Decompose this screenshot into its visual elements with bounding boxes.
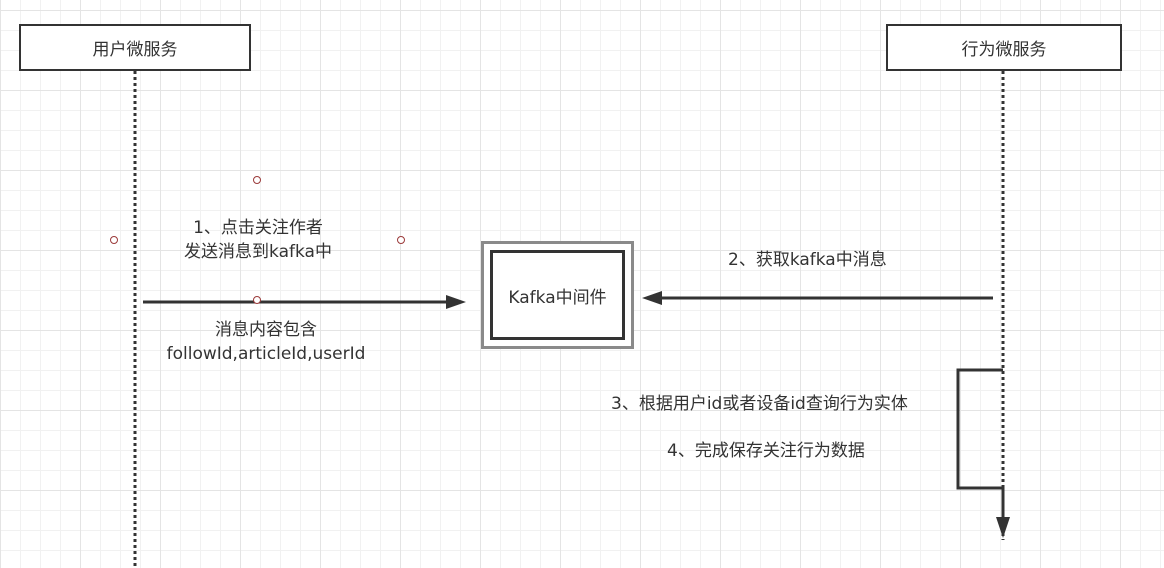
- consume-message-arrowhead: [642, 291, 662, 305]
- selection-handle[interactable]: [253, 176, 261, 184]
- kafka-node-inner: Kafka中间件: [490, 250, 625, 340]
- selection-handle[interactable]: [110, 236, 118, 244]
- step1-note-line1: 消息内容包含: [215, 320, 317, 340]
- step2-label: 2、获取kafka中消息: [728, 250, 887, 270]
- self-call-arrowhead: [996, 517, 1010, 538]
- behavior-service-box[interactable]: 行为微服务: [886, 24, 1122, 71]
- step3-label: 3、根据用户id或者设备id查询行为实体: [611, 394, 908, 414]
- step1-line2: 发送消息到kafka中: [184, 242, 332, 262]
- step1-note: 消息内容包含 followId,articleId,userId: [146, 318, 386, 366]
- step1-line1: 1、点击关注作者: [193, 218, 323, 238]
- user-service-box[interactable]: 用户微服务: [19, 24, 251, 71]
- step1-label: 1、点击关注作者 发送消息到kafka中: [158, 216, 358, 264]
- selection-handle[interactable]: [397, 236, 405, 244]
- kafka-node[interactable]: Kafka中间件: [481, 241, 634, 349]
- step4-label: 4、完成保存关注行为数据: [667, 441, 865, 461]
- send-message-arrowhead: [446, 295, 466, 309]
- behavior-service-label: 行为微服务: [961, 40, 1047, 60]
- self-call-bracket[interactable]: [956, 368, 1005, 520]
- selection-handle[interactable]: [253, 296, 261, 304]
- user-service-label: 用户微服务: [92, 40, 178, 60]
- step1-note-line2: followId,articleId,userId: [166, 344, 366, 364]
- kafka-label: Kafka中间件: [508, 287, 607, 308]
